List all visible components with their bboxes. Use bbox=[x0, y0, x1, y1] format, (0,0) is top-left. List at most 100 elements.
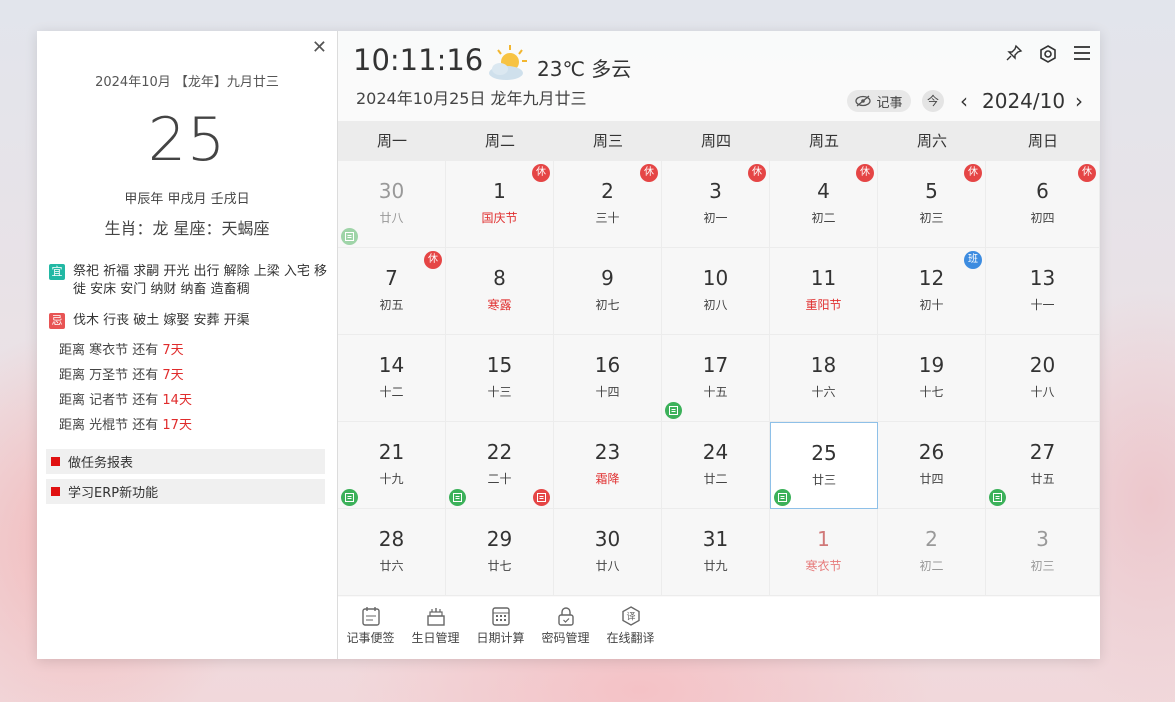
holiday-rest-badge: 休 bbox=[748, 164, 766, 182]
day-cell[interactable]: 8 寒露 bbox=[446, 248, 554, 335]
day-cell[interactable]: 26 廿四 bbox=[878, 422, 986, 509]
day-cell[interactable]: 3 初一 休 bbox=[662, 161, 770, 248]
settings-icon[interactable] bbox=[1038, 44, 1058, 64]
day-number: 29 bbox=[486, 527, 513, 551]
lunar-label: 十三 bbox=[487, 385, 512, 399]
memo-toggle-button[interactable]: 记事 bbox=[847, 90, 911, 112]
memo-icon[interactable] bbox=[449, 489, 466, 506]
todo-item[interactable]: 学习ERP新功能 bbox=[46, 479, 325, 504]
day-number: 27 bbox=[1029, 440, 1056, 464]
day-cell[interactable]: 15 十三 bbox=[446, 335, 554, 422]
tool-lock[interactable]: 密码管理 bbox=[533, 597, 598, 659]
weekday-label: 周日 bbox=[1027, 132, 1058, 150]
day-cell[interactable]: 17 十五 bbox=[662, 335, 770, 422]
workday-badge: 班 bbox=[964, 251, 982, 269]
lunar-label: 廿九 bbox=[703, 559, 728, 573]
day-number: 9 bbox=[601, 266, 614, 290]
lunar-label: 初七 bbox=[595, 298, 620, 312]
lunar-label: 十五 bbox=[703, 385, 728, 399]
day-number: 16 bbox=[594, 353, 621, 377]
memo-icon[interactable] bbox=[341, 489, 358, 506]
calculator-icon bbox=[468, 605, 533, 627]
tool-label: 生日管理 bbox=[411, 631, 460, 645]
day-number: 21 bbox=[378, 440, 405, 464]
day-number: 2 bbox=[601, 179, 614, 203]
day-cell[interactable]: 23 霜降 bbox=[554, 422, 662, 509]
next-month-icon[interactable]: › bbox=[1075, 89, 1083, 113]
tool-label: 在线翻译 bbox=[606, 631, 655, 645]
day-cell[interactable]: 6 初四 休 bbox=[986, 161, 1100, 248]
notepad-icon bbox=[338, 605, 403, 627]
day-cell[interactable]: 29 廿七 bbox=[446, 509, 554, 596]
day-cell[interactable]: 27 廿五 bbox=[986, 422, 1100, 509]
day-number: 14 bbox=[378, 353, 405, 377]
detail-zodiac: 生肖：龙 星座：天蝎座 bbox=[104, 219, 270, 238]
lunar-label: 二十 bbox=[487, 472, 512, 486]
day-cell[interactable]: 2 三十 休 bbox=[554, 161, 662, 248]
memo-icon[interactable] bbox=[341, 228, 358, 245]
weekday-label: 周四 bbox=[700, 132, 731, 150]
ji-badge: 忌 bbox=[49, 313, 65, 329]
day-cell[interactable]: 7 初五 休 bbox=[338, 248, 446, 335]
day-cell[interactable]: 3 初三 bbox=[986, 509, 1100, 596]
day-cell[interactable]: 11 重阳节 bbox=[770, 248, 878, 335]
pin-icon[interactable] bbox=[1005, 44, 1023, 62]
day-cell[interactable]: 30 廿八 bbox=[554, 509, 662, 596]
calendar-grid: 30 廿八 1 国庆节休 2 三十休 3 初一休 4 初二休 5 初三休 6 初四休 7 初五休 8 寒露 9 初七 1… bbox=[338, 161, 1100, 597]
month-label[interactable]: 2024/10 bbox=[982, 89, 1065, 113]
yi-badge: 宜 bbox=[49, 264, 65, 280]
weekday-header: 周一 周二 周三 周四 周五 周六 周日 bbox=[338, 121, 1100, 161]
day-cell[interactable]: 1 寒衣节 bbox=[770, 509, 878, 596]
day-number: 30 bbox=[594, 527, 621, 551]
day-cell[interactable]: 4 初二 休 bbox=[770, 161, 878, 248]
day-cell[interactable]: 16 十四 bbox=[554, 335, 662, 422]
memo-icon[interactable] bbox=[774, 489, 791, 506]
day-number: 11 bbox=[810, 266, 837, 290]
memo-icon[interactable] bbox=[989, 489, 1006, 506]
day-cell[interactable]: 1 国庆节 休 bbox=[446, 161, 554, 248]
weekday-label: 周六 bbox=[916, 132, 947, 150]
day-cell[interactable]: 5 初三 休 bbox=[878, 161, 986, 248]
tool-label: 日期计算 bbox=[476, 631, 525, 645]
day-cell[interactable]: 14 十二 bbox=[338, 335, 446, 422]
day-cell[interactable]: 10 初八 bbox=[662, 248, 770, 335]
day-cell[interactable]: 24 廿二 bbox=[662, 422, 770, 509]
day-cell[interactable]: 12 初十 班 bbox=[878, 248, 986, 335]
tool-bar: 记事便签 生日管理 日期计算 密码管理译在线翻译 bbox=[338, 597, 1100, 659]
day-cell[interactable]: 22 二十 bbox=[446, 422, 554, 509]
day-cell[interactable]: 13 十一 bbox=[986, 248, 1100, 335]
tool-calculator[interactable]: 日期计算 bbox=[468, 597, 533, 659]
day-cell[interactable]: 20 十八 bbox=[986, 335, 1100, 422]
tool-cake[interactable]: 生日管理 bbox=[403, 597, 468, 659]
day-number: 6 bbox=[1036, 179, 1049, 203]
day-cell[interactable]: 2 初二 bbox=[878, 509, 986, 596]
day-cell[interactable]: 18 十六 bbox=[770, 335, 878, 422]
memo-icon[interactable] bbox=[665, 402, 682, 419]
tool-translate[interactable]: 译在线翻译 bbox=[598, 597, 663, 659]
day-cell[interactable]: 31 廿九 bbox=[662, 509, 770, 596]
calendar-window: ✕ 2024年10月 【龙年】九月廿三 25 甲辰年 甲戌月 壬戌日 生肖：龙 … bbox=[37, 31, 1100, 659]
day-number: 28 bbox=[378, 527, 405, 551]
todo-item[interactable]: 做任务报表 bbox=[46, 449, 325, 474]
day-cell[interactable]: 19 十七 bbox=[878, 335, 986, 422]
tool-notepad[interactable]: 记事便签 bbox=[338, 597, 403, 659]
day-detail-panel: ✕ 2024年10月 【龙年】九月廿三 25 甲辰年 甲戌月 壬戌日 生肖：龙 … bbox=[37, 31, 338, 659]
birthday-icon[interactable] bbox=[533, 489, 550, 506]
day-cell[interactable]: 28 廿六 bbox=[338, 509, 446, 596]
today-button[interactable]: 今 bbox=[922, 90, 944, 112]
lunar-label: 廿三 bbox=[811, 473, 836, 487]
day-cell[interactable]: 30 廿八 bbox=[338, 161, 446, 248]
day-cell[interactable]: 21 十九 bbox=[338, 422, 446, 509]
lunar-label: 廿七 bbox=[487, 559, 512, 573]
menu-icon[interactable] bbox=[1073, 44, 1091, 62]
lunar-label: 寒露 bbox=[487, 298, 512, 312]
day-cell[interactable]: 25 廿三 bbox=[770, 422, 878, 509]
countdown-item: 距离 万圣节 还有 7天 bbox=[59, 368, 184, 383]
detail-date-line: 2024年10月 【龙年】九月廿三 bbox=[95, 75, 279, 90]
prev-month-icon[interactable]: ‹ bbox=[960, 89, 968, 113]
lunar-label: 廿八 bbox=[595, 559, 620, 573]
close-icon[interactable]: ✕ bbox=[312, 37, 327, 58]
lunar-label: 初二 bbox=[811, 211, 836, 225]
day-cell[interactable]: 9 初七 bbox=[554, 248, 662, 335]
yi-text: 祭祀 祈福 求嗣 开光 出行 解除 上梁 入宅 移徙 安床 安门 纳财 纳畜 造… bbox=[73, 264, 328, 297]
